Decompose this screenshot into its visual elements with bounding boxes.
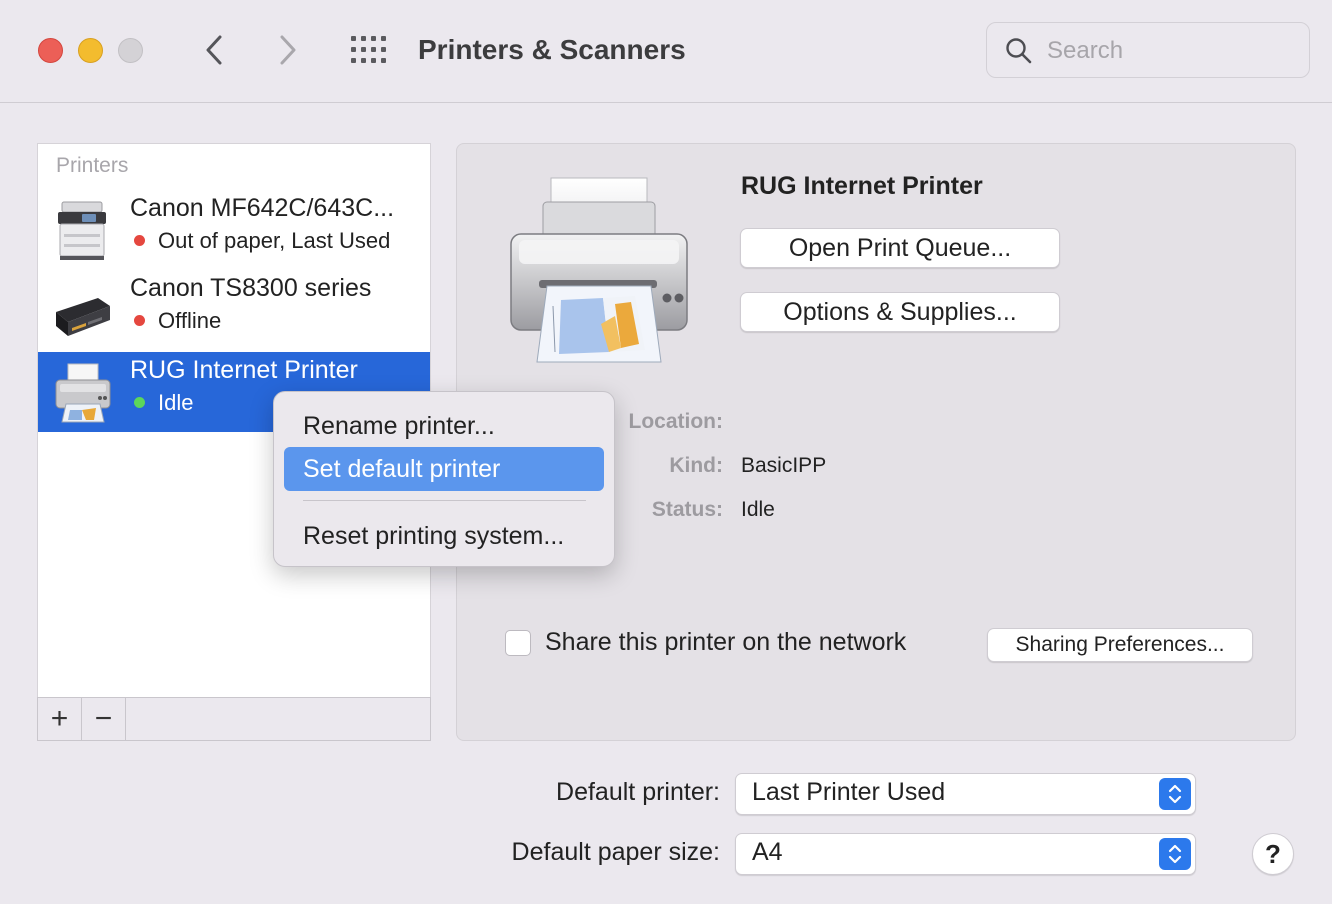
default-printer-value: Last Printer Used xyxy=(752,778,946,806)
default-printer-label: Default printer: xyxy=(556,778,720,806)
large-printer-icon xyxy=(510,177,688,363)
chevron-right-icon xyxy=(280,35,296,65)
printer-title: RUG Internet Printer xyxy=(741,172,983,200)
generic-printer-icon xyxy=(55,363,111,423)
minimize-window-button[interactable] xyxy=(78,38,103,63)
printer-item-canon-ts8300[interactable]: Canon TS8300 series Offline xyxy=(38,270,430,350)
multifunction-printer-icon xyxy=(58,201,106,260)
printer-status: Out of paper, Last Used xyxy=(158,228,391,253)
printer-item-canon-mf642c[interactable]: Canon MF642C/643C... Out of paper, Last … xyxy=(38,190,430,270)
status-dot xyxy=(134,315,145,326)
help-button[interactable]: ? xyxy=(1252,833,1294,875)
inkjet-printer-icon xyxy=(56,298,110,336)
kind-value: BasicIPP xyxy=(741,454,827,477)
default-paper-size-label: Default paper size: xyxy=(511,838,720,866)
printer-status: Offline xyxy=(158,308,222,333)
open-print-queue-button[interactable]: Open Print Queue... xyxy=(740,228,1060,268)
printer-list-toolbar: + − xyxy=(37,697,431,741)
menu-separator xyxy=(303,500,586,501)
chevron-left-icon xyxy=(206,35,222,65)
printer-list-header: Printers xyxy=(56,154,129,177)
default-printer-select[interactable]: Last Printer Used xyxy=(735,773,1196,815)
printer-status: Idle xyxy=(158,390,194,415)
printer-name: Canon TS8300 series xyxy=(130,274,372,302)
share-printer-label: Share this printer on the network xyxy=(545,628,907,656)
printer-name: Canon MF642C/643C... xyxy=(130,194,395,222)
title-bar: Printers & Scanners xyxy=(0,0,1332,103)
select-stepper-icon xyxy=(1159,778,1191,810)
back-button[interactable] xyxy=(196,30,232,70)
context-menu: Rename printer... Set default printer Re… xyxy=(273,391,615,567)
zoom-window-button[interactable] xyxy=(118,38,143,63)
status-value: Idle xyxy=(741,498,775,521)
search-icon xyxy=(1006,38,1032,64)
show-all-button[interactable] xyxy=(348,32,392,68)
printer-name: RUG Internet Printer xyxy=(130,356,358,384)
select-stepper-icon xyxy=(1159,838,1191,870)
menu-item-rename-printer[interactable]: Rename printer... xyxy=(284,404,604,448)
add-printer-button[interactable]: + xyxy=(38,698,82,740)
forward-button[interactable] xyxy=(270,30,306,70)
close-window-button[interactable] xyxy=(38,38,63,63)
share-printer-checkbox[interactable] xyxy=(505,630,531,656)
menu-item-set-default-printer[interactable]: Set default printer xyxy=(284,447,604,491)
search-input[interactable] xyxy=(1047,33,1297,69)
search-field[interactable] xyxy=(986,22,1310,78)
sharing-preferences-button[interactable]: Sharing Preferences... xyxy=(987,628,1253,662)
menu-item-reset-printing-system[interactable]: Reset printing system... xyxy=(284,514,604,558)
status-dot xyxy=(134,397,145,408)
remove-printer-button[interactable]: − xyxy=(82,698,126,740)
window-title: Printers & Scanners xyxy=(418,34,686,65)
status-dot xyxy=(134,235,145,246)
default-paper-size-select[interactable]: A4 xyxy=(735,833,1196,875)
default-paper-size-value: A4 xyxy=(752,838,783,866)
options-supplies-button[interactable]: Options & Supplies... xyxy=(740,292,1060,332)
